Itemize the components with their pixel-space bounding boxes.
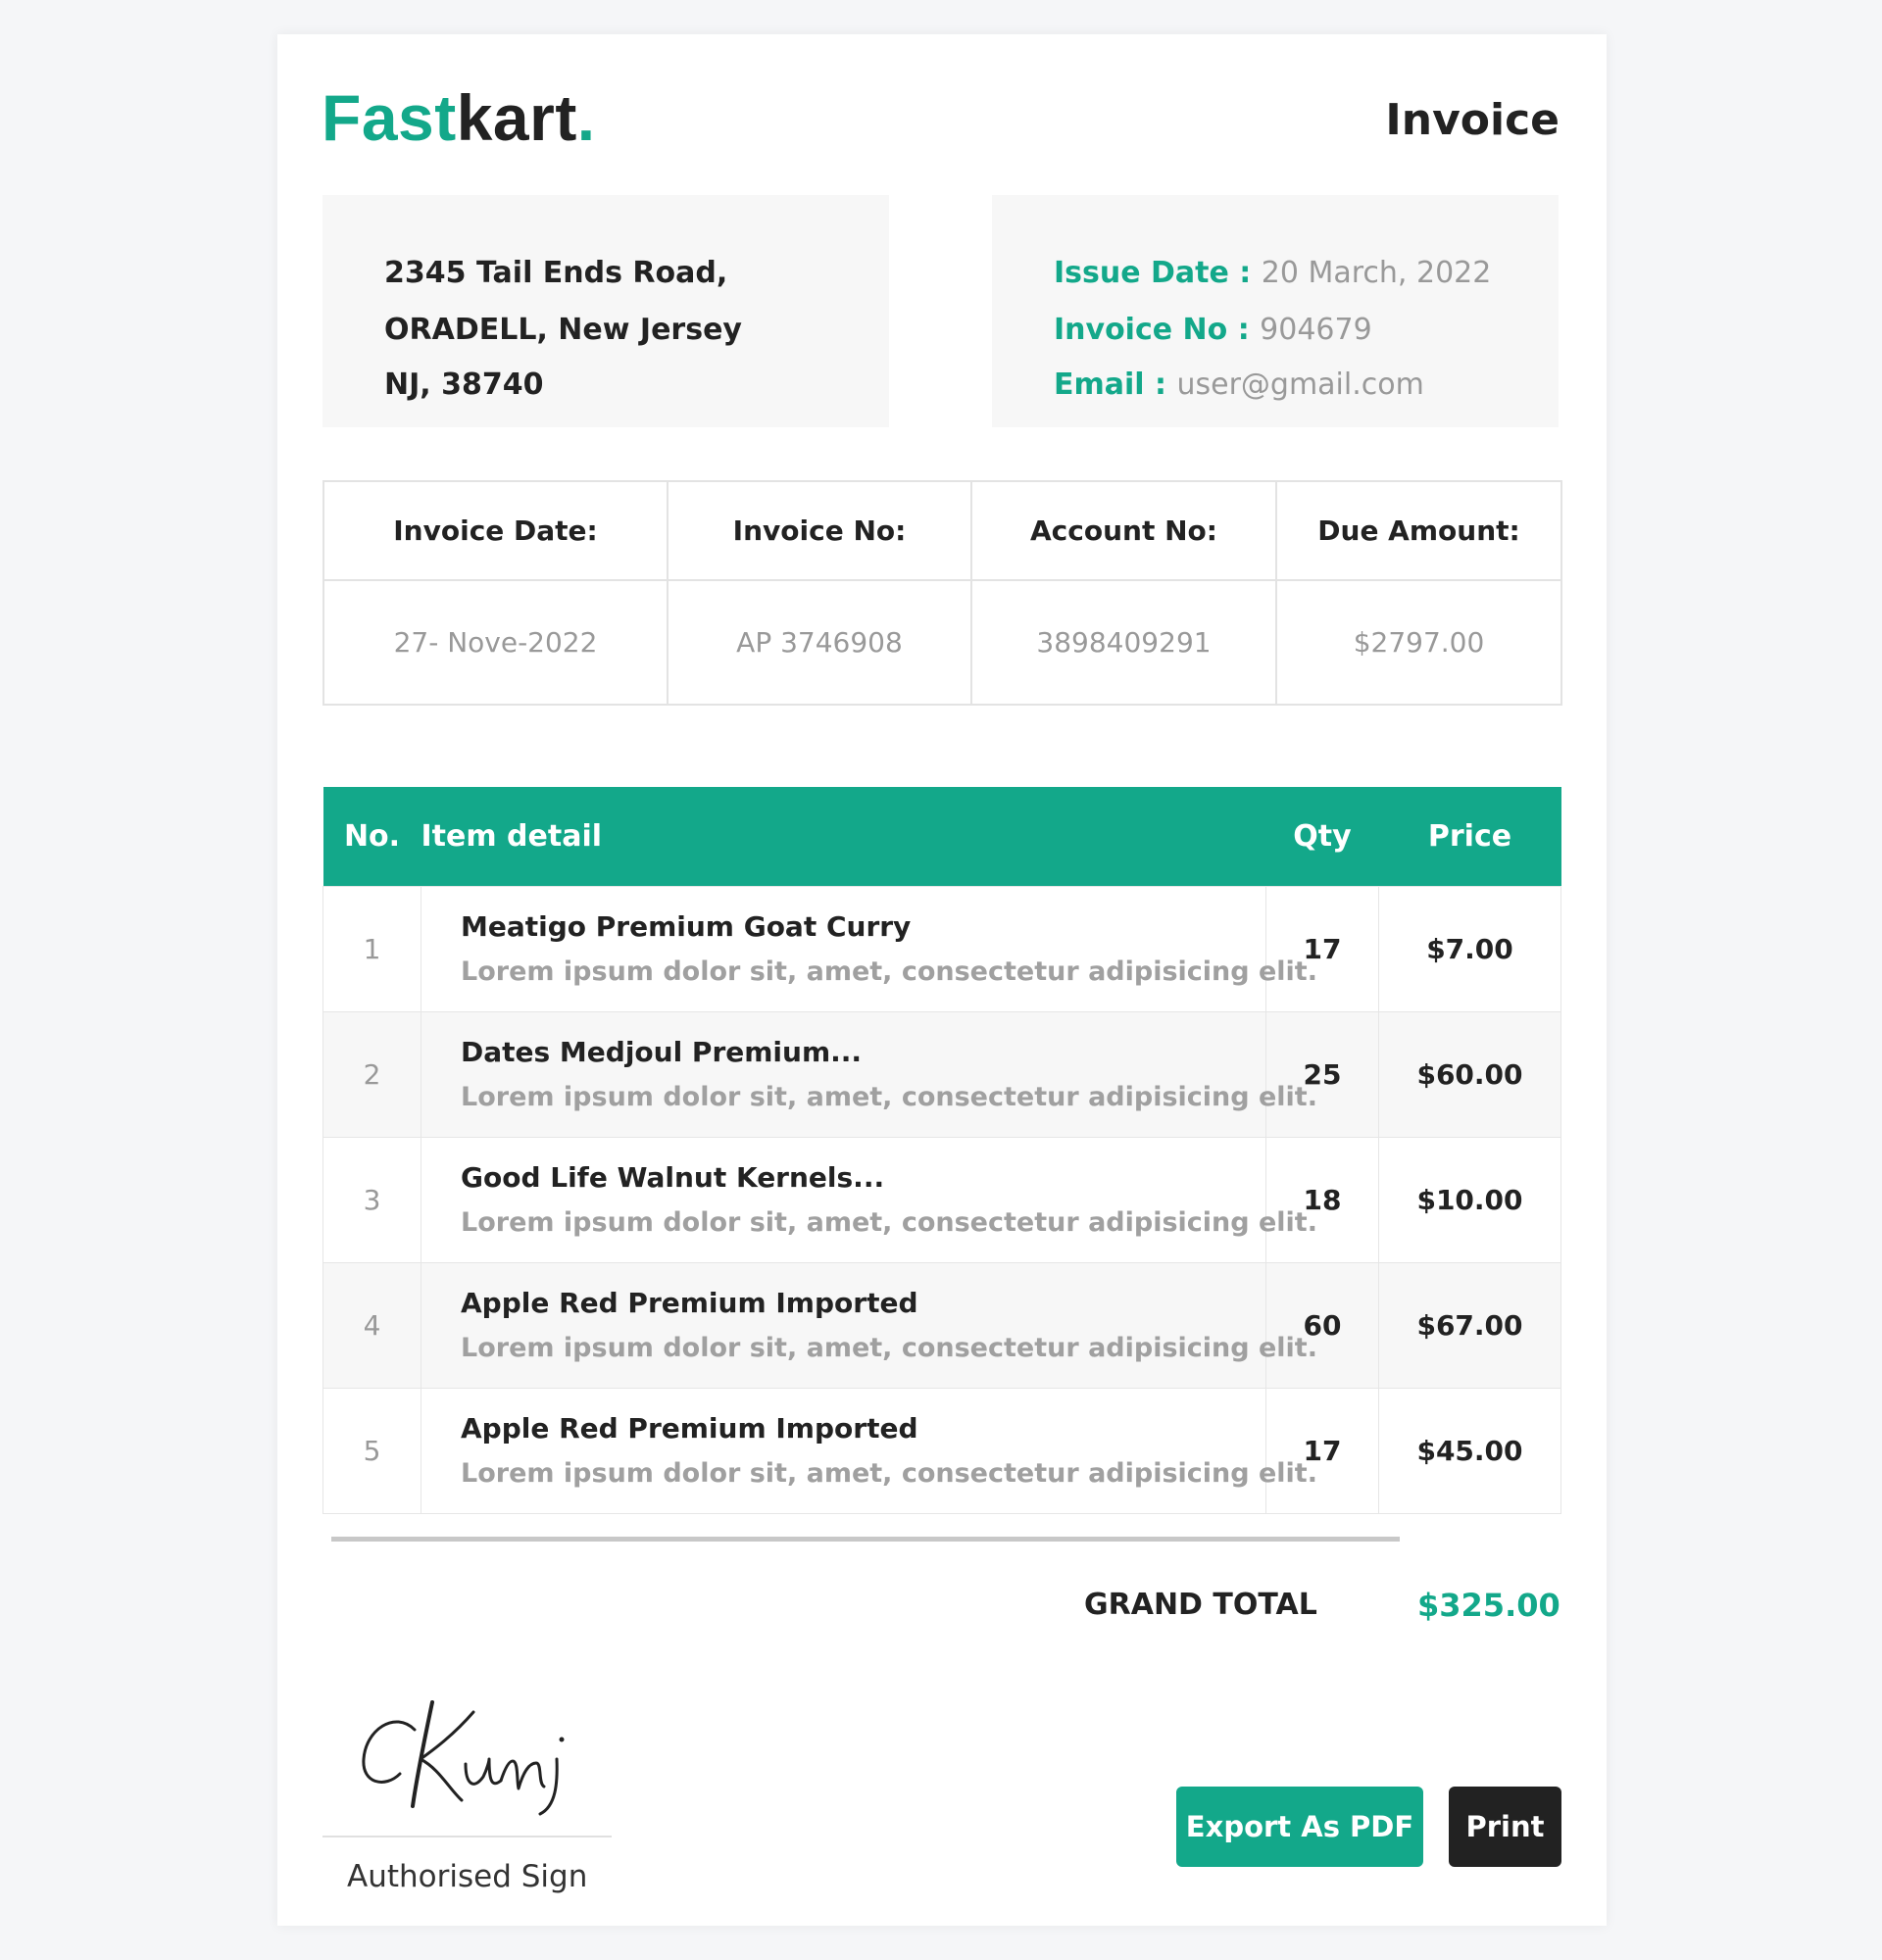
item-name: Dates Medjoul Premium... <box>461 1036 863 1068</box>
total-divider <box>331 1537 1400 1542</box>
email-row: Email : user@gmail.com <box>1054 368 1424 402</box>
invoice-meta-panel: Issue Date : 20 March, 2022 Invoice No :… <box>992 195 1559 427</box>
items-header-detail: Item detail <box>421 818 603 854</box>
address-panel: 2345 Tail Ends Road, ORADELL, New Jersey… <box>322 195 889 427</box>
item-detail: Meatigo Premium Goat Curry Lorem ipsum d… <box>421 885 1317 1012</box>
item-number: 2 <box>322 1010 421 1138</box>
email-label: Email : <box>1054 368 1167 402</box>
logo-dot: . <box>576 81 596 154</box>
invoice-summary-table: Invoice Date: Invoice No: Account No: Du… <box>322 480 1562 706</box>
grand-total-value: $325.00 <box>1417 1587 1560 1624</box>
page-title: Invoice <box>1385 95 1560 145</box>
item-price: $10.00 <box>1378 1136 1561 1263</box>
table-row: 4 Apple Red Premium Imported Lorem ipsum… <box>322 1261 1561 1389</box>
export-pdf-button[interactable]: Export As PDF <box>1176 1787 1423 1867</box>
item-detail: Apple Red Premium Imported Lorem ipsum d… <box>421 1387 1317 1514</box>
item-number: 1 <box>322 885 421 1012</box>
item-description: Lorem ipsum dolor sit, amet, consectetur… <box>461 1207 1317 1238</box>
table-row: 3 Good Life Walnut Kernels... Lorem ipsu… <box>322 1136 1561 1263</box>
summary-value-row: 27- Nove-2022 AP 3746908 3898409291 $279… <box>322 579 1562 706</box>
item-qty: 25 <box>1265 1010 1379 1138</box>
summary-header: Invoice Date: <box>322 480 669 581</box>
item-qty: 60 <box>1265 1261 1379 1389</box>
item-price: $45.00 <box>1378 1387 1561 1514</box>
table-row: 2 Dates Medjoul Premium... Lorem ipsum d… <box>322 1010 1561 1138</box>
item-detail: Good Life Walnut Kernels... Lorem ipsum … <box>421 1136 1317 1263</box>
summary-header-row: Invoice Date: Invoice No: Account No: Du… <box>322 480 1562 581</box>
grand-total-label: GRAND TOTAL <box>1084 1588 1317 1622</box>
item-number: 5 <box>322 1387 421 1514</box>
issue-date-row: Issue Date : 20 March, 2022 <box>1054 256 1491 290</box>
item-price: $67.00 <box>1378 1261 1561 1389</box>
summary-header: Due Amount: <box>1275 480 1562 581</box>
item-detail: Apple Red Premium Imported Lorem ipsum d… <box>421 1261 1317 1389</box>
invoice-card: Fastkart. Invoice 2345 Tail Ends Road, O… <box>277 34 1607 1926</box>
signature-label: Authorised Sign <box>347 1859 588 1894</box>
summary-value: 3898409291 <box>970 579 1277 706</box>
item-number: 3 <box>322 1136 421 1263</box>
item-name: Apple Red Premium Imported <box>461 1287 918 1319</box>
items-header-qty: Qty <box>1293 818 1352 854</box>
address-line-2: ORADELL, New Jersey <box>384 313 742 347</box>
summary-value: $2797.00 <box>1275 579 1562 706</box>
item-name: Meatigo Premium Goat Curry <box>461 910 912 943</box>
item-price: $7.00 <box>1378 885 1561 1012</box>
items-header-no: No. <box>343 818 401 854</box>
item-qty: 18 <box>1265 1136 1379 1263</box>
item-qty: 17 <box>1265 1387 1379 1514</box>
summary-header: Invoice No: <box>667 480 972 581</box>
item-price: $60.00 <box>1378 1010 1561 1138</box>
summary-value: AP 3746908 <box>667 579 972 706</box>
summary-value: 27- Nove-2022 <box>322 579 669 706</box>
signature-image <box>362 1700 565 1816</box>
item-name: Apple Red Premium Imported <box>461 1412 918 1445</box>
item-description: Lorem ipsum dolor sit, amet, consectetur… <box>461 956 1317 987</box>
invoice-no-value: 904679 <box>1260 313 1372 347</box>
items-header-price: Price <box>1427 818 1512 854</box>
table-row: 5 Apple Red Premium Imported Lorem ipsum… <box>322 1387 1561 1514</box>
item-description: Lorem ipsum dolor sit, amet, consectetur… <box>461 1082 1317 1112</box>
invoice-no-row: Invoice No : 904679 <box>1054 313 1372 347</box>
items-header-row: No. Item detail Qty Price <box>322 787 1561 886</box>
issue-date-label: Issue Date : <box>1054 256 1252 290</box>
item-name: Good Life Walnut Kernels... <box>461 1161 885 1194</box>
table-row: 1 Meatigo Premium Goat Curry Lorem ipsum… <box>322 885 1561 1012</box>
item-description: Lorem ipsum dolor sit, amet, consectetur… <box>461 1458 1317 1489</box>
item-qty: 17 <box>1265 885 1379 1012</box>
items-table: No. Item detail Qty Price 1 Meatigo Prem… <box>322 787 1561 1514</box>
issue-date-value: 20 March, 2022 <box>1261 256 1492 290</box>
address-line-1: 2345 Tail Ends Road, <box>384 256 728 290</box>
summary-header: Account No: <box>970 480 1277 581</box>
logo-part-1: Fast <box>322 81 457 154</box>
signature-line <box>322 1836 612 1838</box>
logo-part-2: kart <box>456 81 577 154</box>
item-detail: Dates Medjoul Premium... Lorem ipsum dol… <box>421 1010 1317 1138</box>
invoice-no-label: Invoice No : <box>1054 313 1250 347</box>
address-line-3: NJ, 38740 <box>384 368 544 402</box>
print-button[interactable]: Print <box>1449 1787 1561 1867</box>
item-number: 4 <box>322 1261 421 1389</box>
item-description: Lorem ipsum dolor sit, amet, consectetur… <box>461 1333 1317 1363</box>
email-value: user@gmail.com <box>1176 368 1424 402</box>
brand-logo: Fastkart. <box>322 85 596 150</box>
